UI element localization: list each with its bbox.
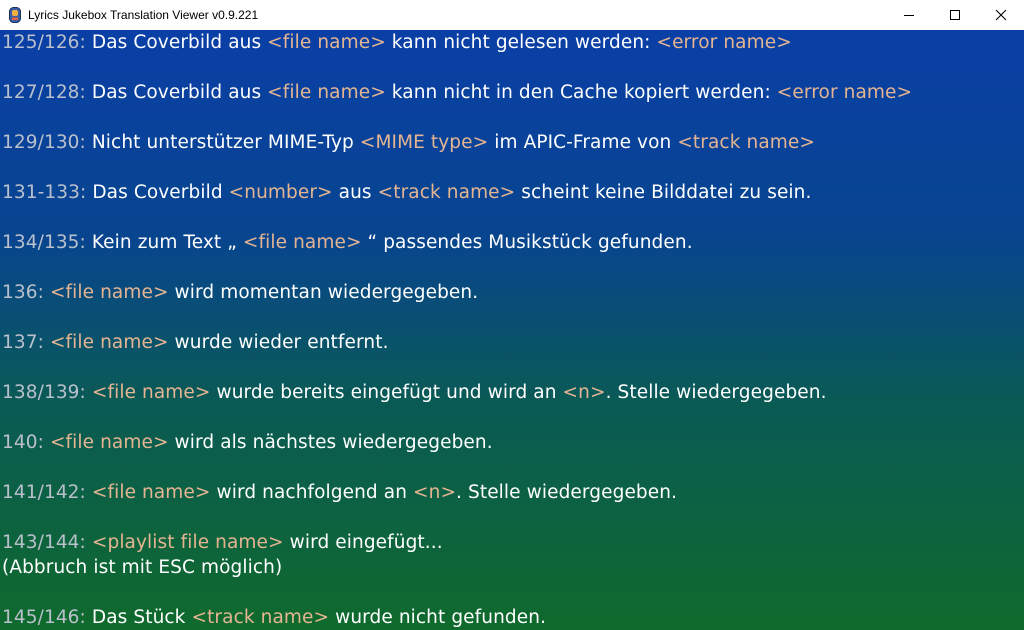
entry-text: wird nachfolgend an [210, 482, 414, 503]
minimize-icon [904, 15, 914, 16]
entry-text: Das Stück [85, 607, 192, 628]
entry-placeholder: <file name> [49, 332, 169, 353]
maximize-icon [950, 10, 960, 20]
jukebox-app-icon[interactable] [8, 6, 22, 24]
entry-text: Das Coverbild [86, 182, 229, 203]
translation-entry: 136: <file name> wird momentan wiedergeg… [2, 281, 478, 305]
entry-placeholder: <track name> [377, 182, 516, 203]
entry-placeholder: <playlist file name> [91, 532, 284, 553]
translation-entry: 127/128: Das Coverbild aus <file name> k… [2, 81, 912, 105]
translation-entry-continuation: (Abbruch ist mit ESC möglich) [2, 556, 282, 580]
entry-placeholder: <file name> [267, 32, 386, 53]
entry-placeholder: <file name> [267, 82, 386, 103]
entry-placeholder: <error name> [776, 82, 913, 103]
translation-entry: 141/142: <file name> wird nachfolgend an… [2, 481, 677, 505]
entry-number: 127/128: [2, 82, 86, 103]
entry-placeholder: <file name> [91, 382, 211, 403]
entry-text: wird als nächstes wiedergegeben. [168, 432, 493, 453]
entry-number: 137: [2, 332, 44, 353]
entry-text: . Stelle wiedergegeben. [456, 482, 678, 503]
entry-number: 145/146: [2, 607, 86, 628]
entry-text: Kein zum Text „ [85, 232, 243, 253]
entry-placeholder: <number> [228, 182, 333, 203]
entry-text: “ passendes Musikstück gefunden. [361, 232, 693, 253]
entry-placeholder: <track name> [191, 607, 330, 628]
entry-placeholder: <file name> [242, 232, 362, 253]
entry-number: 140: [2, 432, 44, 453]
translation-entry: 138/139: <file name> wurde bereits einge… [2, 381, 827, 405]
entry-text: kann nicht gelesen werden: [385, 32, 657, 53]
window-title: Lyrics Jukebox Translation Viewer v0.9.2… [28, 8, 259, 22]
entry-text: wurde nicht gefunden. [329, 607, 547, 628]
close-button[interactable] [978, 0, 1024, 30]
entry-text: aus [332, 182, 378, 203]
entry-number: 141/142: [2, 482, 86, 503]
entry-placeholder: <file name> [91, 482, 211, 503]
maximize-button[interactable] [932, 0, 978, 30]
entry-number: 134/135: [2, 232, 86, 253]
entry-placeholder: <file name> [49, 432, 169, 453]
translation-entry: 145/146: Das Stück <track name> wurde ni… [2, 606, 546, 630]
entry-text: Das Coverbild aus [85, 32, 268, 53]
entry-text: Nicht unterstützer MIME-Typ [85, 132, 360, 153]
entry-number: 131-133: [2, 182, 87, 203]
entry-text: Das Coverbild aus [85, 82, 268, 103]
entry-placeholder: <track name> [677, 132, 815, 153]
close-icon [995, 9, 1007, 21]
entry-text: im APIC-Frame von [488, 132, 678, 153]
entry-placeholder: <MIME type> [359, 132, 489, 153]
entry-number: 125/126: [2, 32, 86, 53]
entry-number: 143/144: [2, 532, 86, 553]
window-controls [886, 0, 1024, 30]
entry-text: . Stelle wiedergegeben. [605, 382, 827, 403]
entry-placeholder: <n> [413, 482, 457, 503]
minimize-button[interactable] [886, 0, 932, 30]
translation-entry: 125/126: Das Coverbild aus <file name> k… [2, 31, 792, 55]
entry-number: 138/139: [2, 382, 86, 403]
translation-entry: 129/130: Nicht unterstützer MIME-Typ <MI… [2, 131, 815, 155]
entry-text: wurde wieder entfernt. [168, 332, 389, 353]
entry-placeholder: <file name> [49, 282, 169, 303]
app-window: Lyrics Jukebox Translation Viewer v0.9.2… [0, 0, 1024, 630]
entry-text: wird eingefügt... [283, 532, 443, 553]
entry-text: kann nicht in den Cache kopiert werden: [385, 82, 777, 103]
translation-entry: 140: <file name> wird als nächstes wiede… [2, 431, 493, 455]
entry-text: wurde bereits eingefügt und wird an [210, 382, 563, 403]
entry-number: 136: [2, 282, 44, 303]
translation-entry: 143/144: <playlist file name> wird einge… [2, 531, 443, 555]
translation-list: 125/126: Das Coverbild aus <file name> k… [0, 30, 1024, 630]
entry-placeholder: <error name> [656, 32, 792, 53]
translation-entry: 134/135: Kein zum Text „ <file name> “ p… [2, 231, 693, 255]
translation-entry: 137: <file name> wurde wieder entfernt. [2, 331, 389, 355]
translation-entry: 131-133: Das Coverbild <number> aus <tra… [2, 181, 811, 205]
entry-text: (Abbruch ist mit ESC möglich) [2, 557, 283, 578]
title-bar[interactable]: Lyrics Jukebox Translation Viewer v0.9.2… [0, 0, 1024, 30]
entry-number: 129/130: [2, 132, 86, 153]
entry-text: wird momentan wiedergegeben. [168, 282, 479, 303]
entry-placeholder: <n> [562, 382, 606, 403]
entry-text: scheint keine Bilddatei zu sein. [515, 182, 812, 203]
